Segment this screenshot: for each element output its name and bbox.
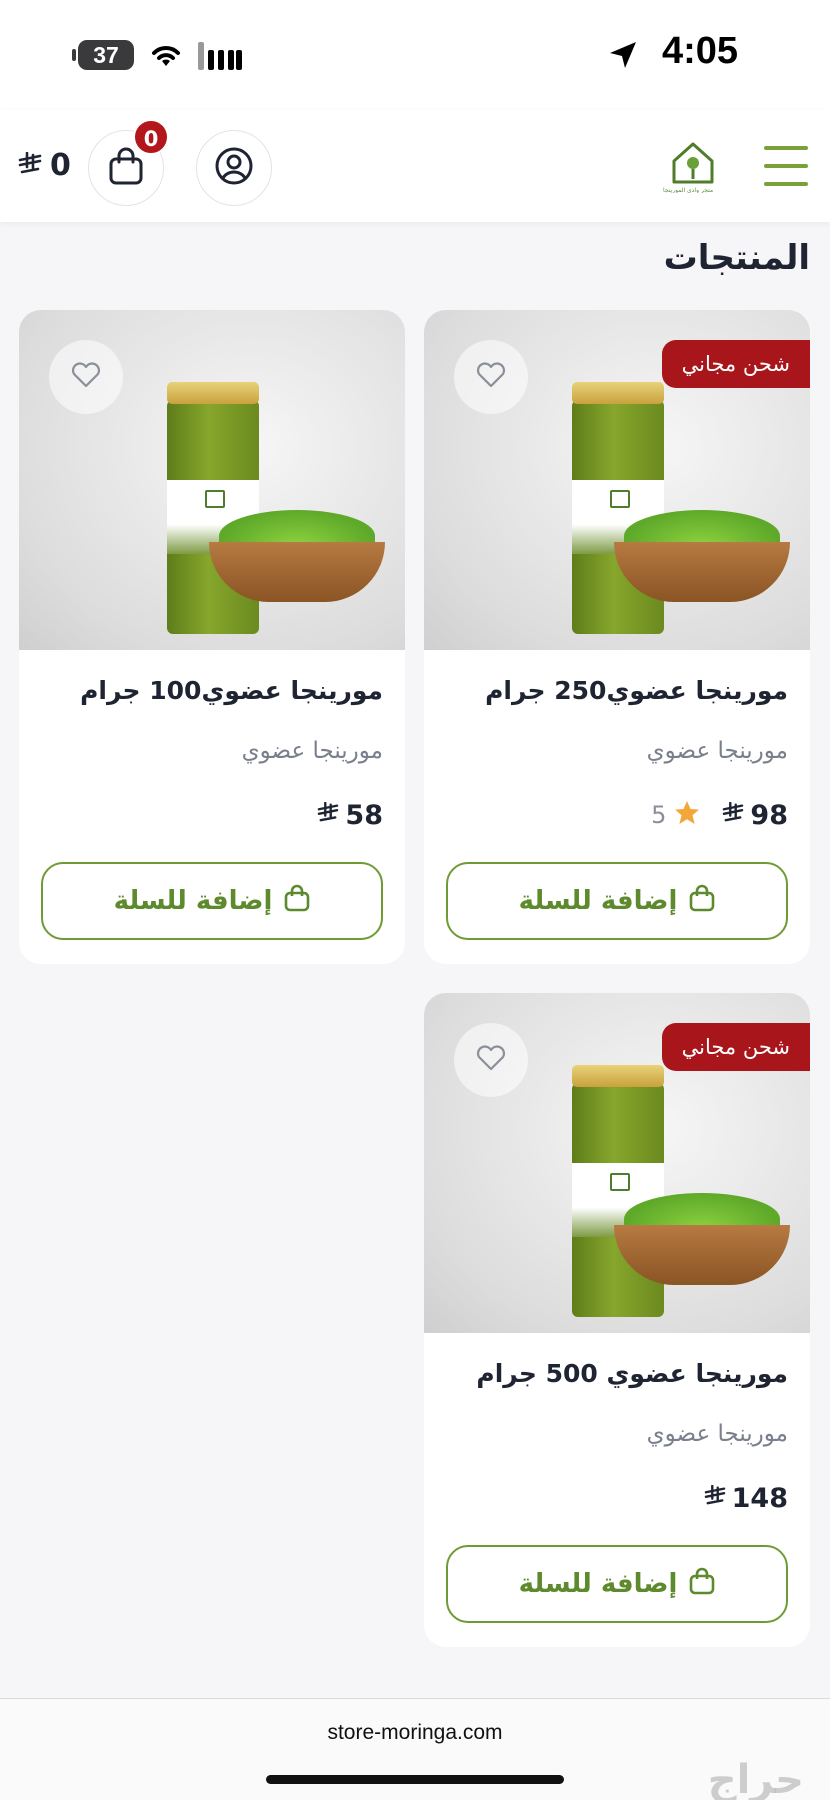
add-to-cart-button[interactable]: إضافة للسلة xyxy=(446,1545,788,1623)
product-image[interactable]: شحن مجاني xyxy=(424,310,810,650)
cart-count-badge: 0 xyxy=(133,119,169,155)
browser-url-bar[interactable]: store-moringa.com حراج xyxy=(0,1699,830,1800)
wishlist-button[interactable] xyxy=(454,340,528,414)
cart-total-value: 0 xyxy=(50,148,71,183)
add-to-cart-button[interactable]: إضافة للسلة xyxy=(446,862,788,940)
heart-icon xyxy=(71,362,101,392)
watermark: حراج xyxy=(707,1757,804,1800)
star-icon xyxy=(674,800,700,831)
wishlist-button[interactable] xyxy=(49,340,123,414)
currency-icon xyxy=(317,801,339,828)
wishlist-button[interactable] xyxy=(454,1023,528,1097)
product-name[interactable]: مورينجا عضوي 500 جرام xyxy=(446,1359,788,1393)
location-arrow-icon xyxy=(608,40,638,74)
cart-total: 0 xyxy=(18,148,71,183)
wifi-icon xyxy=(148,40,184,74)
shopping-bag-icon xyxy=(284,884,310,919)
heart-icon xyxy=(476,362,506,392)
free-shipping-badge: شحن مجاني xyxy=(661,1023,810,1071)
product-name[interactable]: مورينجا عضوي100 جرام xyxy=(41,676,383,710)
product-price: 98 xyxy=(722,800,788,831)
product-category: مورينجا عضوي xyxy=(646,738,788,764)
currency-icon xyxy=(18,151,42,180)
account-button[interactable] xyxy=(196,130,272,206)
signal-icon xyxy=(198,42,242,74)
page-title: المنتجات xyxy=(663,238,810,278)
currency-icon xyxy=(722,801,744,828)
add-to-cart-button[interactable]: إضافة للسلة xyxy=(41,862,383,940)
home-indicator[interactable] xyxy=(266,1775,564,1784)
site-header: 0 0 متجر وادي المورينجا xyxy=(0,110,830,222)
shopping-bag-icon xyxy=(689,1567,715,1602)
heart-icon xyxy=(476,1045,506,1075)
logo-text: متجر وادي المورينجا xyxy=(663,187,714,193)
product-card[interactable]: مورينجا عضوي100 جرام مورينجا عضوي 58 إضا… xyxy=(19,310,405,964)
store-logo[interactable]: متجر وادي المورينجا xyxy=(652,126,734,208)
product-price: 58 xyxy=(317,800,383,831)
menu-icon[interactable] xyxy=(764,146,808,186)
url-text[interactable]: store-moringa.com xyxy=(0,1721,830,1745)
product-image[interactable]: شحن مجاني xyxy=(424,993,810,1333)
shopping-bag-icon xyxy=(689,884,715,919)
product-card[interactable]: شحن مجاني مورينجا عضوي 500 جرام مورينجا … xyxy=(424,993,810,1647)
logo-house-icon xyxy=(672,142,714,184)
cart-button[interactable]: 0 xyxy=(88,119,169,206)
cart-icon xyxy=(108,147,144,189)
product-card[interactable]: شحن مجاني مورينجا عضوي250 جرام مورينجا ع… xyxy=(424,310,810,964)
product-name[interactable]: مورينجا عضوي250 جرام xyxy=(446,676,788,710)
free-shipping-badge: شحن مجاني xyxy=(661,340,810,388)
product-category: مورينجا عضوي xyxy=(241,738,383,764)
product-category: مورينجا عضوي xyxy=(646,1421,788,1447)
currency-icon xyxy=(704,1484,726,1511)
product-image[interactable] xyxy=(19,310,405,650)
product-rating: 5 xyxy=(651,800,700,831)
product-price: 148 xyxy=(704,1483,788,1514)
status-time: 4:05 xyxy=(661,30,738,72)
user-icon xyxy=(214,146,254,190)
status-bar: 37 4:05 xyxy=(0,0,830,110)
battery-indicator: 37 xyxy=(72,40,134,70)
